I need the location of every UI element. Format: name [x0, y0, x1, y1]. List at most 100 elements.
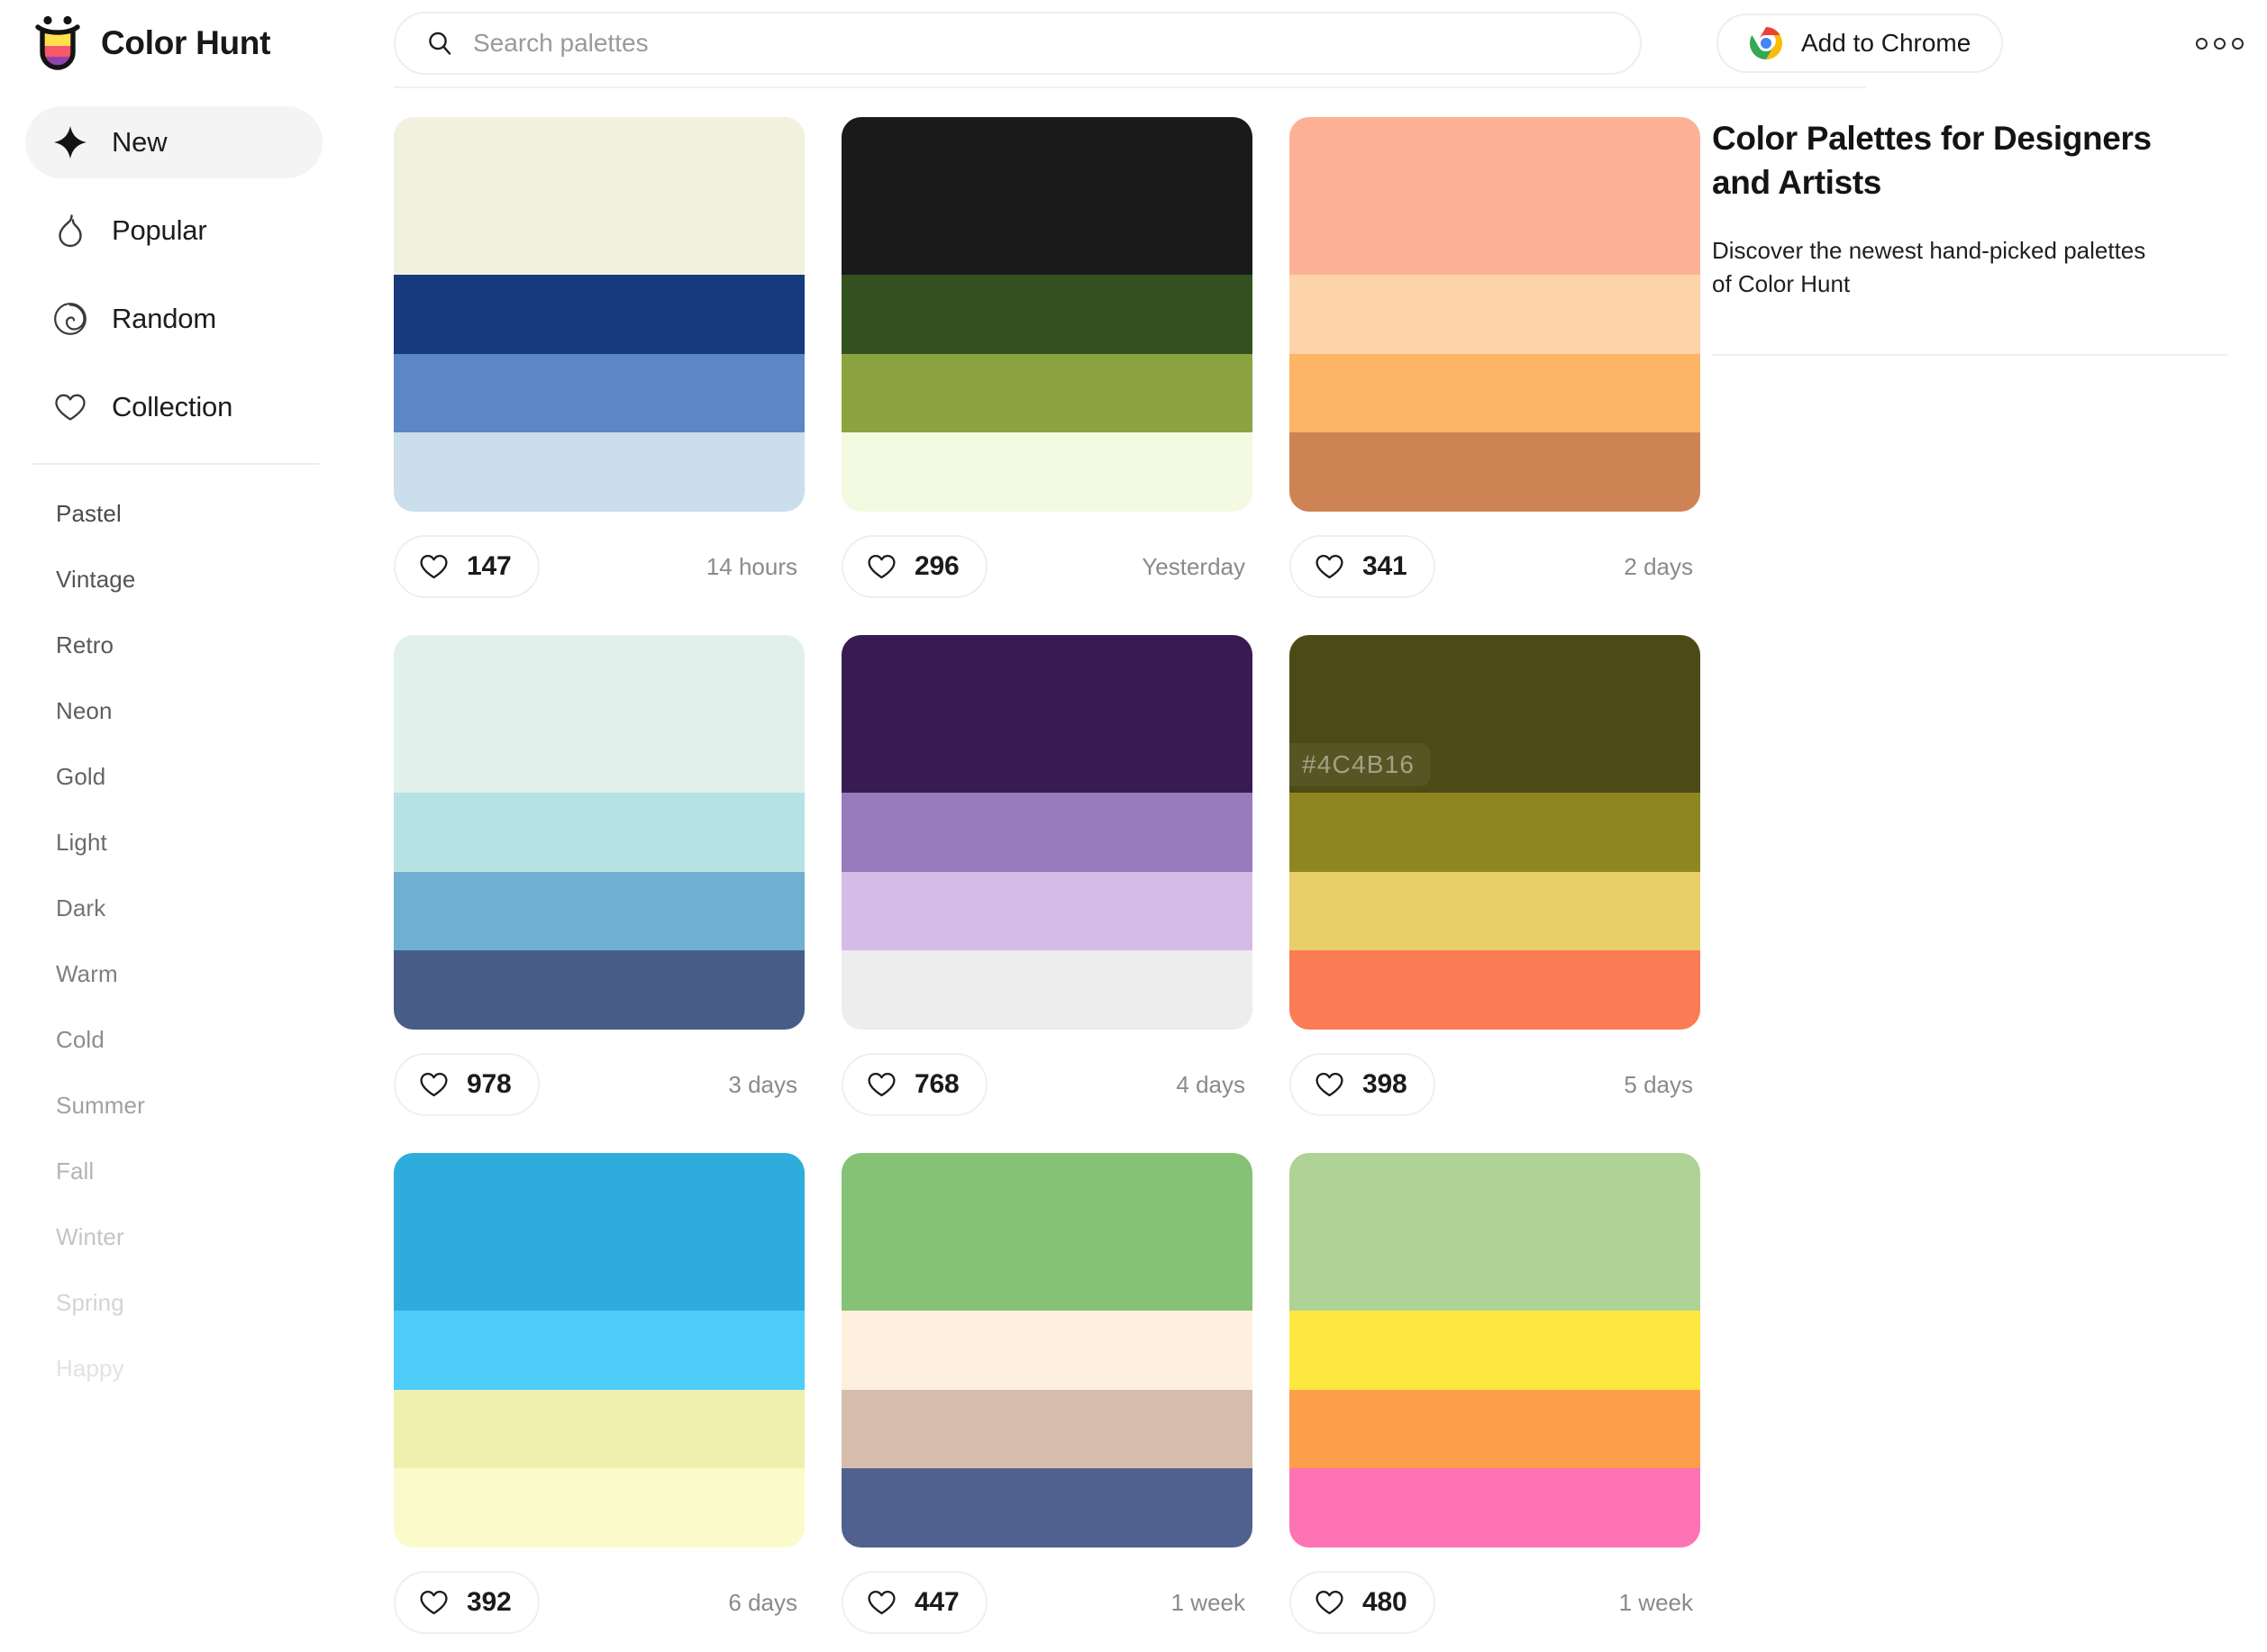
palette-swatch[interactable] [394, 950, 805, 1030]
palette-swatch[interactable]: #4C4B16 [1289, 635, 1700, 794]
palette-swatch[interactable] [842, 1468, 1252, 1548]
palette-swatch[interactable] [1289, 1389, 1700, 1469]
palette-swatches[interactable] [1289, 1153, 1700, 1548]
palette-card[interactable]: 978 3 days [394, 635, 805, 1116]
palette-card[interactable]: 392 6 days [394, 1153, 805, 1634]
tag-retro[interactable]: Retro [56, 613, 360, 678]
palette-swatch[interactable] [842, 1389, 1252, 1469]
color-hunt-app: Color Hunt Ad [0, 0, 2267, 1652]
palette-swatch[interactable] [394, 117, 805, 276]
palette-swatch[interactable] [394, 635, 805, 794]
palette-swatch[interactable] [394, 871, 805, 951]
palette-timestamp: 1 week [1618, 1588, 1693, 1616]
palette-card[interactable]: 768 4 days [842, 635, 1252, 1116]
tag-neon[interactable]: Neon [56, 678, 360, 744]
palette-swatches[interactable] [394, 635, 805, 1030]
sidebar-item-label: Random [112, 303, 216, 334]
palette-timestamp: 5 days [1624, 1070, 1693, 1098]
tag-vintage[interactable]: Vintage [56, 547, 360, 613]
palette-timestamp: 6 days [728, 1588, 797, 1616]
palette-swatch[interactable] [1289, 1153, 1700, 1312]
sidebar-item-random[interactable]: Random [25, 283, 323, 355]
palette-swatch[interactable] [394, 1153, 805, 1312]
palette-swatch[interactable] [842, 353, 1252, 433]
palette-swatch[interactable] [1289, 117, 1700, 276]
like-button[interactable]: 768 [842, 1053, 988, 1116]
palette-swatch[interactable] [394, 353, 805, 433]
like-button[interactable]: 392 [394, 1571, 541, 1634]
tag-spring[interactable]: Spring [56, 1270, 360, 1336]
palette-swatch[interactable] [842, 275, 1252, 354]
palette-swatch[interactable] [394, 1468, 805, 1548]
tag-gold[interactable]: Gold [56, 744, 360, 810]
palette-swatch[interactable] [1289, 1311, 1700, 1390]
palette-swatch[interactable] [1289, 950, 1700, 1030]
palette-swatch[interactable] [842, 793, 1252, 872]
search-bar[interactable] [394, 12, 1642, 75]
palette-swatch[interactable] [1289, 871, 1700, 951]
sidebar-item-popular[interactable]: Popular [25, 195, 323, 267]
more-menu-button[interactable] [2193, 27, 2245, 59]
brand-name: Color Hunt [101, 24, 271, 61]
tag-fall[interactable]: Fall [56, 1139, 360, 1204]
palette-swatch[interactable] [842, 1153, 1252, 1312]
palette-swatches[interactable]: #4C4B16 [1289, 635, 1700, 1030]
tag-warm[interactable]: Warm [56, 941, 360, 1007]
palette-swatch[interactable] [842, 871, 1252, 951]
palette-swatch[interactable] [1289, 353, 1700, 433]
palette-swatch[interactable] [394, 793, 805, 872]
sidebar-item-label: Popular [112, 214, 207, 246]
add-to-chrome-button[interactable]: Add to Chrome [1716, 14, 2004, 73]
tag-winter[interactable]: Winter [56, 1204, 360, 1270]
palette-card[interactable]: 447 1 week [842, 1153, 1252, 1634]
palette-card[interactable]: 296 Yesterday [842, 117, 1252, 598]
like-button[interactable]: 341 [1289, 535, 1436, 598]
palette-swatch[interactable] [1289, 793, 1700, 872]
like-count: 978 [467, 1069, 512, 1099]
like-count: 447 [915, 1587, 960, 1617]
palette-swatch[interactable] [842, 117, 1252, 276]
sidebar-item-collection[interactable]: Collection [25, 371, 323, 443]
like-button[interactable]: 480 [1289, 1571, 1436, 1634]
like-button[interactable]: 147 [394, 535, 541, 598]
palette-swatches[interactable] [1289, 117, 1700, 512]
palette-swatch[interactable] [1289, 432, 1700, 512]
palette-swatches[interactable] [394, 117, 805, 512]
search-input[interactable] [473, 29, 1609, 58]
like-button[interactable]: 398 [1289, 1053, 1436, 1116]
palette-swatch[interactable] [394, 432, 805, 512]
sidebar-item-new[interactable]: New [25, 106, 323, 178]
palette-swatches[interactable] [394, 1153, 805, 1548]
palette-swatch[interactable] [1289, 1468, 1700, 1548]
palette-swatch[interactable] [842, 635, 1252, 794]
palette-swatches[interactable] [842, 1153, 1252, 1548]
tag-dark[interactable]: Dark [56, 876, 360, 941]
tag-pastel[interactable]: Pastel [56, 481, 360, 547]
tag-cold[interactable]: Cold [56, 1007, 360, 1073]
palette-card[interactable]: 480 1 week [1289, 1153, 1700, 1634]
palette-swatch[interactable] [842, 1311, 1252, 1390]
palette-card[interactable]: 147 14 hours [394, 117, 805, 598]
tag-light[interactable]: Light [56, 810, 360, 876]
palette-card[interactable]: 341 2 days [1289, 117, 1700, 598]
palette-swatch[interactable] [394, 1311, 805, 1390]
like-button[interactable]: 296 [842, 535, 988, 598]
palette-meta: 392 6 days [394, 1571, 805, 1634]
palette-swatches[interactable] [842, 117, 1252, 512]
brand-logo-link[interactable]: Color Hunt [32, 15, 339, 71]
palette-card[interactable]: #4C4B16 398 5 days [1289, 635, 1700, 1116]
palette-timestamp: Yesterday [1142, 552, 1245, 580]
tag-happy[interactable]: Happy [56, 1336, 360, 1402]
palette-swatch[interactable] [1289, 275, 1700, 354]
like-button[interactable]: 447 [842, 1571, 988, 1634]
palette-swatch[interactable] [842, 432, 1252, 512]
tag-summer[interactable]: Summer [56, 1073, 360, 1139]
palette-timestamp: 3 days [728, 1070, 797, 1098]
add-to-chrome-label: Add to Chrome [1801, 29, 1971, 57]
palette-swatch[interactable] [842, 950, 1252, 1030]
palette-swatch[interactable] [394, 1389, 805, 1469]
palette-swatches[interactable] [842, 635, 1252, 1030]
sparkle-icon [52, 124, 88, 160]
like-button[interactable]: 978 [394, 1053, 541, 1116]
palette-swatch[interactable] [394, 275, 805, 354]
